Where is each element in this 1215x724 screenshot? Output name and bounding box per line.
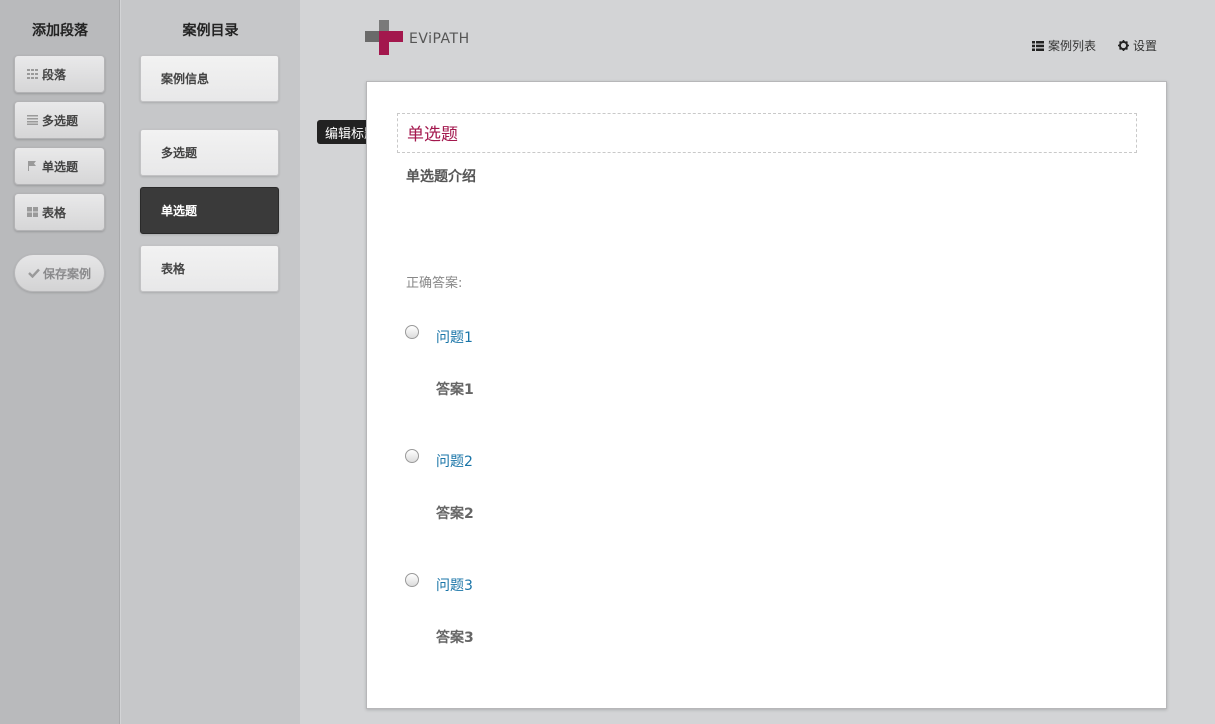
save-case-button[interactable]: 保存案例: [14, 254, 105, 292]
add-paragraph-panel: 添加段落 段落 多选题 单选题 表格 保存案例: [0, 0, 120, 724]
catalog-item-multiple-choice[interactable]: 多选题: [140, 129, 279, 176]
correct-answer-label: 正确答案:: [406, 276, 463, 291]
question-3-radio[interactable]: [405, 573, 419, 587]
add-paragraph-label: 段落: [42, 67, 67, 82]
case-catalog-title: 案例目录: [182, 23, 239, 39]
question-2-radio[interactable]: [405, 449, 419, 463]
intro-text[interactable]: 单选题介绍: [406, 166, 476, 186]
brand-name: EViPATH: [409, 31, 470, 47]
question-2-text[interactable]: 问题2: [436, 451, 473, 471]
flag-icon: [28, 161, 36, 171]
add-paragraph-button[interactable]: 段落: [14, 55, 105, 93]
save-case-label: 保存案例: [42, 266, 91, 281]
logo-mark-icon: [365, 20, 403, 55]
top-navigation: 案例列表 设置: [1031, 37, 1157, 54]
grid-icon: [27, 69, 38, 79]
add-table-label: 表格: [42, 205, 67, 220]
catalog-item-single-choice[interactable]: 单选题: [140, 187, 279, 234]
add-multiple-choice-button[interactable]: 多选题: [14, 101, 105, 139]
case-list-link[interactable]: 案例列表: [1031, 37, 1096, 54]
gear-icon: [1117, 40, 1129, 51]
answer-1-text[interactable]: 答案1: [436, 379, 474, 399]
add-single-choice-button[interactable]: 单选题: [14, 147, 105, 185]
editor-card: 单选题 单选题介绍 正确答案: 问题1 答案1 问题2 答案2 问题3 答案3: [366, 81, 1167, 709]
table-icon: [27, 207, 38, 217]
question-3-text[interactable]: 问题3: [436, 575, 473, 595]
case-catalog-panel: 案例目录 案例信息 多选题 单选题 表格: [121, 0, 300, 724]
add-single-choice-label: 单选题: [42, 159, 79, 174]
check-icon: [28, 268, 40, 278]
question-1-radio[interactable]: [405, 325, 419, 339]
case-list-label: 案例列表: [1047, 39, 1096, 53]
catalog-item-case-info[interactable]: 案例信息: [140, 55, 279, 102]
add-multiple-choice-label: 多选题: [42, 113, 79, 128]
question-1-text[interactable]: 问题1: [436, 327, 473, 347]
add-table-button[interactable]: 表格: [14, 193, 105, 231]
evipath-logo: EViPATH: [365, 20, 470, 58]
list-icon: [1031, 40, 1044, 51]
answer-3-text[interactable]: 答案3: [436, 627, 474, 647]
catalog-item-table[interactable]: 表格: [140, 245, 279, 292]
settings-label: 设置: [1132, 39, 1157, 53]
list-icon: [27, 115, 38, 125]
answer-2-text[interactable]: 答案2: [436, 503, 474, 523]
add-paragraph-title: 添加段落: [32, 23, 88, 39]
settings-link[interactable]: 设置: [1117, 37, 1157, 54]
title-input[interactable]: 单选题: [397, 113, 1137, 153]
